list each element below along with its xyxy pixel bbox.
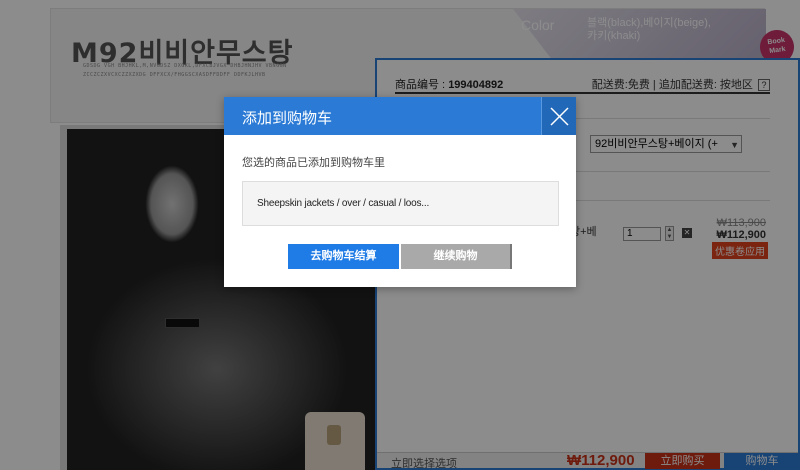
modal-message: 您选的商品已添加到购物车里 [242, 157, 385, 169]
modal-item-name: Sheepskin jackets / over / casual / loos… [257, 198, 430, 209]
modal-title: 添加到购物车 [242, 110, 333, 127]
add-to-cart-modal: 添加到购物车 您选的商品已添加到购物车里 Sheepskin jackets /… [224, 97, 576, 287]
continue-shopping-button[interactable]: 继续购物 [401, 244, 512, 269]
close-icon [550, 107, 569, 126]
modal-item-box: Sheepskin jackets / over / casual / loos… [242, 181, 559, 226]
modal-header: 添加到购物车 [224, 97, 576, 135]
checkout-button[interactable]: 去购物车结算 [288, 244, 399, 269]
close-button[interactable] [541, 97, 576, 135]
